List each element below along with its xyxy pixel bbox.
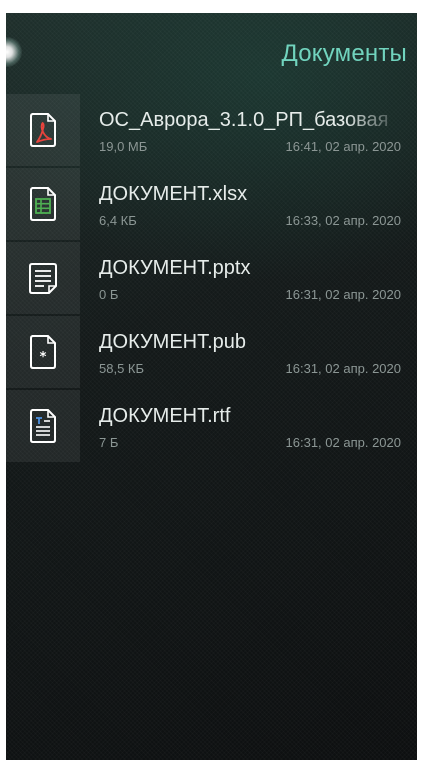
file-name: ОС_Аврора_3.1.0_РП_базовая <box>99 109 389 131</box>
text-document-icon <box>30 409 56 443</box>
file-name: ДОКУМЕНТ.xlsx <box>99 183 248 205</box>
file-name: ДОКУМЕНТ.rtf <box>99 405 231 427</box>
pulley-menu-indicator[interactable] <box>6 37 22 67</box>
file-icon-tile <box>6 242 80 314</box>
presentation-file-icon <box>29 263 57 294</box>
file-row-pdf[interactable]: ОС_Аврора_3.1.0_РП_базовая 19,0 МБ 16:41… <box>6 94 417 168</box>
file-row-xlsx[interactable]: ДОКУМЕНТ.xlsx 6,4 КБ 16:33, 02 апр. 2020 <box>6 168 417 242</box>
file-date: 16:31, 02 апр. 2020 <box>285 435 401 450</box>
file-row-pptx[interactable]: ДОКУМЕНТ.pptx 0 Б 16:31, 02 апр. 2020 <box>6 242 417 316</box>
file-icon-tile <box>6 94 80 166</box>
file-icon-tile: * <box>6 316 80 388</box>
file-row-rtf[interactable]: ДОКУМЕНТ.rtf 7 Б 16:31, 02 апр. 2020 <box>6 390 417 464</box>
generic-file-icon: * <box>30 335 56 369</box>
file-row-pub[interactable]: * ДОКУМЕНТ.pub 58,5 КБ 16:31, 02 апр. 20… <box>6 316 417 390</box>
file-date: 16:33, 02 апр. 2020 <box>285 213 401 228</box>
file-date: 16:31, 02 апр. 2020 <box>285 287 401 302</box>
file-date: 16:31, 02 апр. 2020 <box>285 361 401 376</box>
svg-text:*: * <box>40 350 47 365</box>
file-size: 6,4 КБ <box>99 213 137 228</box>
file-name: ДОКУМЕНТ.pub <box>99 331 247 353</box>
file-size: 58,5 КБ <box>99 361 145 376</box>
app-window: Документы ОС_Аврора_3.1.0_РП_базовая 19,… <box>6 13 417 760</box>
file-name: ДОКУМЕНТ.pptx <box>99 257 251 279</box>
file-icon-tile <box>6 168 80 240</box>
file-size: 7 Б <box>99 435 119 450</box>
file-icon-tile <box>6 390 80 462</box>
page-title: Документы <box>281 40 407 67</box>
file-date: 16:41, 02 апр. 2020 <box>285 139 401 154</box>
pdf-file-icon <box>30 113 56 147</box>
spreadsheet-file-icon <box>30 187 56 221</box>
file-list: ОС_Аврора_3.1.0_РП_базовая 19,0 МБ 16:41… <box>6 94 417 464</box>
file-size: 19,0 МБ <box>99 139 148 154</box>
file-size: 0 Б <box>99 287 119 302</box>
